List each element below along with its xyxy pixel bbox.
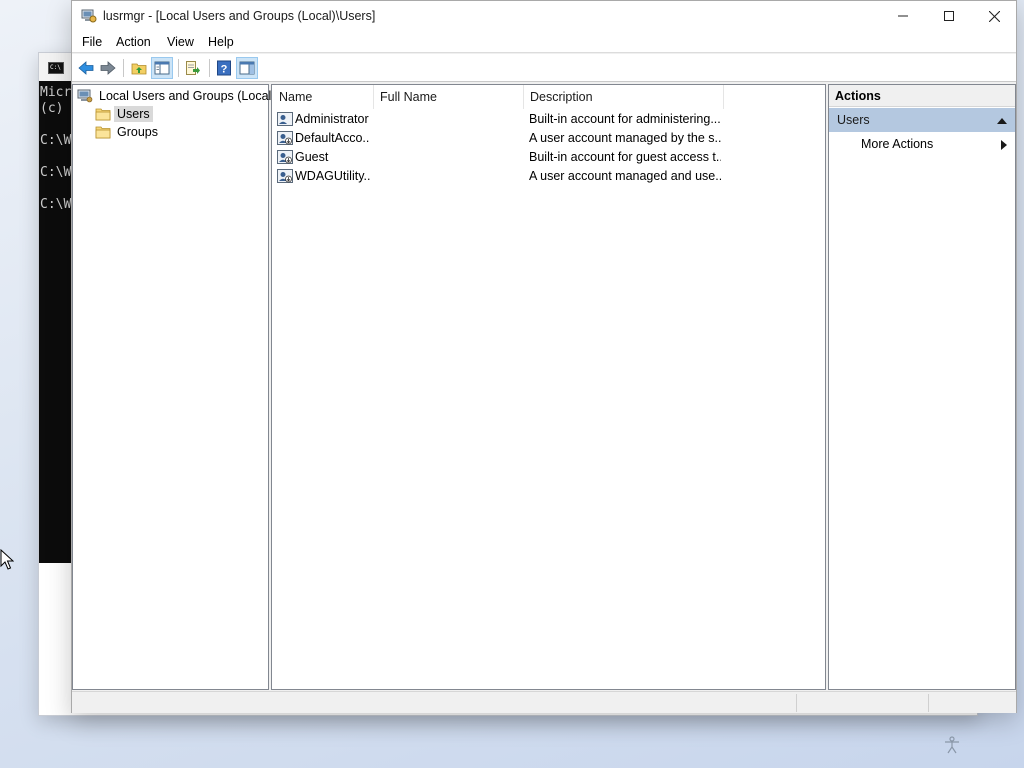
submenu-arrow-icon bbox=[1001, 140, 1007, 150]
disabled-user-account-icon bbox=[277, 150, 293, 164]
action-more-actions-label: More Actions bbox=[861, 137, 934, 151]
menu-view[interactable]: View bbox=[167, 35, 194, 49]
console-line: (c) bbox=[40, 101, 64, 116]
table-row[interactable]: DefaultAcco... A user account managed by… bbox=[272, 129, 825, 148]
column-header-full-name[interactable]: Full Name bbox=[373, 85, 523, 109]
cell-name: Administrator bbox=[295, 112, 369, 126]
disabled-user-account-icon bbox=[277, 131, 293, 145]
command-prompt-icon: C:\ bbox=[48, 62, 64, 74]
help-button[interactable]: ? bbox=[213, 57, 235, 79]
minimize-button[interactable] bbox=[880, 1, 926, 31]
action-more-actions[interactable]: More Actions bbox=[861, 137, 933, 151]
toolbar-separator bbox=[209, 59, 210, 77]
up-folder-icon bbox=[131, 63, 147, 75]
lusrmgr-window: lusrmgr - [Local Users and Groups (Local… bbox=[71, 0, 1017, 713]
user-account-icon bbox=[277, 112, 293, 126]
svg-text:?: ? bbox=[221, 64, 228, 76]
minimize-icon bbox=[898, 15, 908, 17]
disabled-user-account-icon bbox=[277, 169, 293, 183]
actions-section-label: Users bbox=[837, 113, 870, 127]
table-row[interactable]: Administrator Built-in account for admin… bbox=[272, 110, 825, 129]
accessibility-icon[interactable] bbox=[942, 735, 962, 755]
column-header-description[interactable]: Description bbox=[523, 85, 723, 109]
title-bar[interactable]: lusrmgr - [Local Users and Groups (Local… bbox=[72, 1, 1016, 31]
status-divider bbox=[928, 694, 929, 712]
up-one-level-button[interactable] bbox=[128, 57, 150, 79]
toolbar-separator bbox=[178, 59, 179, 77]
computer-management-icon bbox=[81, 9, 97, 23]
toolbar-separator bbox=[123, 59, 124, 77]
console-output: Micr (c) C:\W C:\W C:\W bbox=[39, 81, 73, 563]
console-line: C:\W bbox=[40, 197, 72, 212]
cell-description: Built-in account for guest access t... bbox=[529, 150, 721, 164]
cell-name: Guest bbox=[295, 150, 329, 164]
users-list-pane: Name Full Name Description Administrator… bbox=[271, 84, 826, 690]
show-hide-console-tree-button[interactable] bbox=[151, 57, 173, 79]
local-users-groups-icon bbox=[77, 89, 93, 102]
show-hide-action-pane-icon bbox=[239, 61, 255, 75]
show-hide-action-pane-button[interactable] bbox=[236, 57, 258, 79]
cell-name: DefaultAcco... bbox=[295, 131, 370, 145]
menu-help[interactable]: Help bbox=[208, 35, 234, 49]
close-icon bbox=[988, 10, 1000, 22]
cell-description: Built-in account for administering... bbox=[529, 112, 721, 126]
folder-icon bbox=[95, 126, 111, 138]
table-row[interactable]: Guest Built-in account for guest access … bbox=[272, 148, 825, 167]
console-line: C:\W bbox=[40, 133, 72, 148]
tree-item-users[interactable]: Users bbox=[95, 105, 153, 122]
menu-bar: File Action View Help bbox=[72, 31, 1016, 53]
menu-file[interactable]: File bbox=[82, 35, 102, 49]
forward-button[interactable] bbox=[97, 57, 119, 79]
help-icon: ? bbox=[217, 60, 231, 76]
actions-section-users[interactable]: Users bbox=[829, 108, 1015, 132]
window-title: lusrmgr - [Local Users and Groups (Local… bbox=[103, 9, 376, 23]
tree-groups-label: Groups bbox=[117, 124, 158, 139]
table-row[interactable]: WDAGUtility... A user account managed an… bbox=[272, 167, 825, 186]
menu-action[interactable]: Action bbox=[116, 35, 151, 49]
tree-item-root[interactable]: Local Users and Groups (Local) bbox=[77, 87, 278, 104]
column-header-name[interactable]: Name bbox=[272, 85, 373, 109]
maximize-button[interactable] bbox=[926, 1, 972, 31]
cell-name: WDAGUtility... bbox=[295, 169, 370, 183]
export-list-button[interactable] bbox=[182, 57, 204, 79]
back-arrow-icon bbox=[78, 61, 94, 75]
column-divider[interactable] bbox=[723, 85, 724, 109]
back-button[interactable] bbox=[75, 57, 97, 79]
console-line: Micr bbox=[40, 85, 72, 100]
console-tree-pane: Local Users and Groups (Local) Users Gro… bbox=[72, 84, 275, 690]
actions-title: Actions bbox=[829, 85, 1015, 107]
close-button[interactable] bbox=[971, 1, 1017, 31]
export-list-icon bbox=[186, 61, 200, 75]
tree-users-label: Users bbox=[114, 105, 153, 122]
maximize-icon bbox=[944, 11, 954, 21]
tree-root-label: Local Users and Groups (Local) bbox=[99, 88, 276, 103]
cell-description: A user account managed and use... bbox=[529, 169, 721, 183]
show-hide-console-tree-icon bbox=[154, 61, 170, 75]
forward-arrow-icon bbox=[100, 61, 116, 75]
collapse-arrow-icon bbox=[997, 118, 1007, 124]
status-bar bbox=[72, 691, 1016, 713]
tree-item-groups[interactable]: Groups bbox=[95, 123, 161, 140]
actions-pane: Actions Users More Actions bbox=[828, 84, 1016, 690]
mouse-cursor-icon bbox=[0, 549, 14, 570]
cell-description: A user account managed by the s... bbox=[529, 131, 721, 145]
console-line: C:\W bbox=[40, 165, 72, 180]
toolbar: ? bbox=[72, 54, 1016, 82]
status-divider bbox=[796, 694, 797, 712]
folder-icon bbox=[95, 108, 111, 120]
